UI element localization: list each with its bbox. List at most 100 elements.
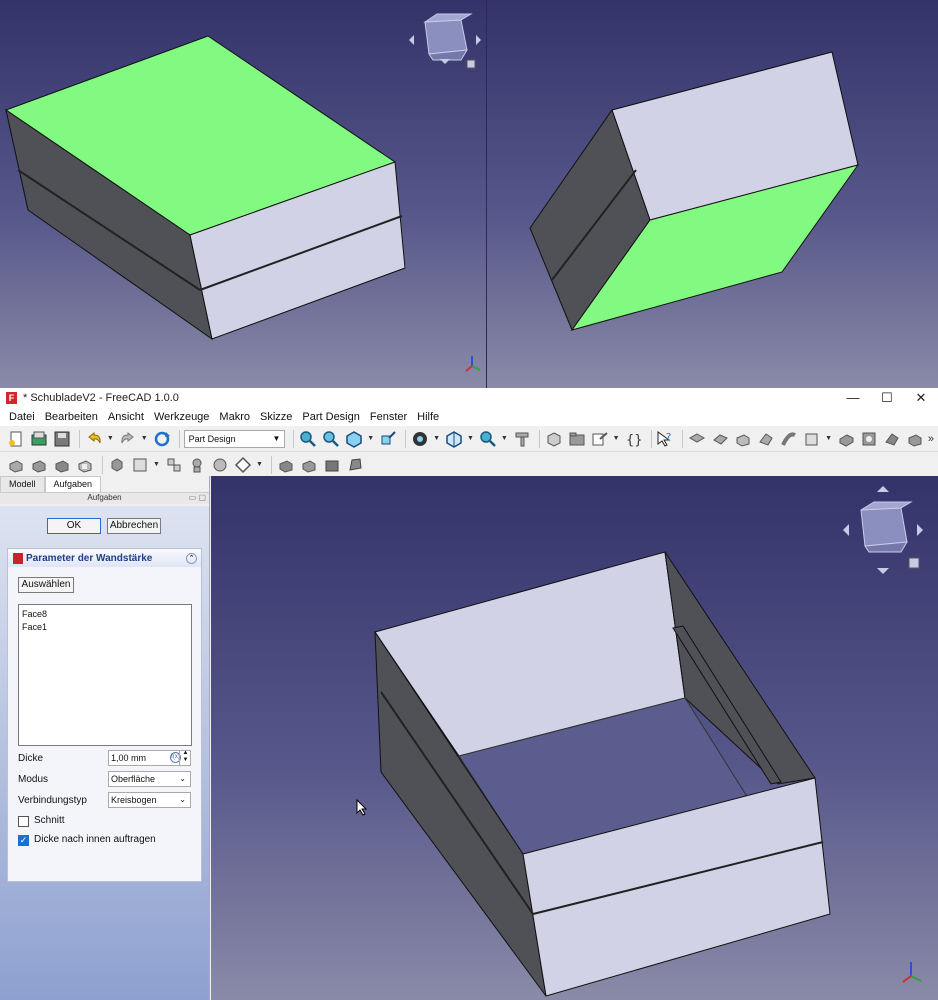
zoom-fit-icon[interactable] [298,429,318,449]
refresh-icon[interactable] [152,429,172,449]
redo-dropdown-icon[interactable]: ▼ [141,435,148,442]
subshape-binder-icon[interactable] [299,455,319,475]
right-box-model[interactable] [529,51,860,332]
open-file-icon[interactable] [29,429,49,449]
close-button[interactable]: ✕ [904,388,938,408]
measure-icon[interactable] [478,429,498,449]
new-file-icon[interactable] [6,429,26,449]
clone-icon[interactable] [322,455,342,475]
inward-checkbox[interactable]: ✓ [18,835,29,846]
title-bar[interactable]: F * SchubladeV2 - FreeCAD 1.0.0 — ☐ ✕ [0,388,938,408]
top-3d-split-view[interactable] [0,0,938,388]
list-item[interactable]: Face1 [22,621,188,634]
toolbar-separator [270,455,272,474]
undo-dropdown-icon[interactable]: ▼ [107,435,114,442]
linear-pattern-icon[interactable] [164,455,184,475]
measure-dropdown-icon[interactable]: ▼ [501,435,508,442]
navigation-cube-icon[interactable] [409,13,481,69]
panel-header: Aufgaben ▭ ▢ [0,492,209,504]
save-icon[interactable] [52,429,72,449]
groove-icon[interactable] [882,429,902,449]
subtractive-icon[interactable] [905,429,925,449]
std-views-dropdown-icon[interactable]: ▼ [467,435,474,442]
thickness-icon[interactable] [75,455,95,475]
faces-list[interactable]: Face8 Face1 [18,604,192,746]
sprocket-icon[interactable] [345,455,365,475]
group-header[interactable]: Parameter der Wandstärke ⌃ [8,549,201,567]
zoom-icon[interactable] [321,429,341,449]
additive-feature-icon[interactable] [710,429,730,449]
revolution-icon[interactable] [756,429,776,449]
minimize-button[interactable]: — [836,388,870,408]
left-box-model[interactable] [4,35,406,341]
hollow-box-model[interactable] [374,551,831,997]
menu-werkzeuge[interactable]: Werkzeuge [149,411,214,423]
ok-button[interactable]: OK [47,518,101,534]
menu-bearbeiten[interactable]: Bearbeiten [40,411,103,423]
body-icon[interactable] [687,429,707,449]
macro-icon[interactable]: {} [624,429,644,449]
pocket-icon[interactable] [836,429,856,449]
menu-fenster[interactable]: Fenster [365,411,412,423]
collapse-icon[interactable]: ⌃ [186,552,197,564]
toolbar-overflow-icon[interactable]: » [928,433,934,445]
menu-ansicht[interactable]: Ansicht [103,411,149,423]
undo-icon[interactable] [84,429,104,449]
loft-icon[interactable] [802,429,822,449]
boolean-icon[interactable] [107,455,127,475]
shape-binder-icon[interactable] [276,455,296,475]
join-type-select[interactable]: Kreisbogen ⌄ [108,792,191,808]
datum-plane-icon[interactable] [233,455,253,475]
mode-select[interactable]: Oberfläche ⌄ [108,771,191,787]
datum-dropdown-icon[interactable]: ▼ [256,461,263,468]
main-3d-view[interactable] [211,476,938,1000]
pattern-dropdown-icon[interactable]: ▼ [153,461,160,468]
folder-icon[interactable] [567,429,587,449]
ruler-icon[interactable] [512,429,532,449]
navigation-cube-icon[interactable] [843,486,923,574]
std-views-icon[interactable] [444,429,464,449]
panel-tabs: Modell Aufgaben [0,476,209,492]
whats-this-icon[interactable]: ? [656,429,676,449]
tab-modell[interactable]: Modell [0,476,45,492]
chamfer-icon[interactable] [29,455,49,475]
menu-skizze[interactable]: Skizze [255,411,297,423]
view-dropdown-icon[interactable]: ▼ [367,435,374,442]
cancel-button[interactable]: Abbrechen [107,518,161,534]
hole-icon[interactable] [859,429,879,449]
menu-part-design[interactable]: Part Design [297,411,364,423]
view-split-divider[interactable] [486,0,487,388]
join-type-value: Kreisbogen [111,795,157,805]
pad-icon[interactable] [733,429,753,449]
polar-pattern-icon[interactable] [187,455,207,475]
sweep-icon[interactable] [779,429,799,449]
toolbar-separator [102,455,103,474]
panel-float-icon[interactable]: ▭ ▢ [189,493,206,502]
redo-icon[interactable] [118,429,138,449]
menu-hilfe[interactable]: Hilfe [412,411,444,423]
draw-style-icon[interactable] [410,429,430,449]
link-dropdown-icon[interactable]: ▼ [613,435,620,442]
select-faces-button[interactable]: Auswählen [18,577,74,593]
feature-dropdown-icon[interactable]: ▼ [825,435,832,442]
thickness-feature-icon [13,552,23,564]
sketch-icon[interactable] [378,429,398,449]
workbench-selector[interactable]: Part Design ▼ [183,429,286,448]
fillet-icon[interactable] [6,455,26,475]
maximize-button[interactable]: ☐ [870,388,904,408]
view-cube-icon[interactable] [344,429,364,449]
cut-checkbox[interactable] [18,816,29,827]
link-icon[interactable] [590,429,610,449]
menu-makro[interactable]: Makro [214,411,255,423]
part-icon[interactable] [544,429,564,449]
multitransform-icon[interactable] [210,455,230,475]
list-item[interactable]: Face8 [22,608,188,621]
mode-value: Oberfläche [111,774,156,784]
tab-aufgaben[interactable]: Aufgaben [44,476,102,492]
draw-style-dropdown-icon[interactable]: ▼ [433,435,440,442]
thickness-input[interactable]: 1,00 mm f(x) ▲ ▼ [108,750,191,766]
spinner-arrows-icon[interactable]: ▲ ▼ [179,750,191,766]
menu-datei[interactable]: Datei [4,411,40,423]
mirror-icon[interactable] [130,455,150,475]
draft-icon[interactable] [52,455,72,475]
